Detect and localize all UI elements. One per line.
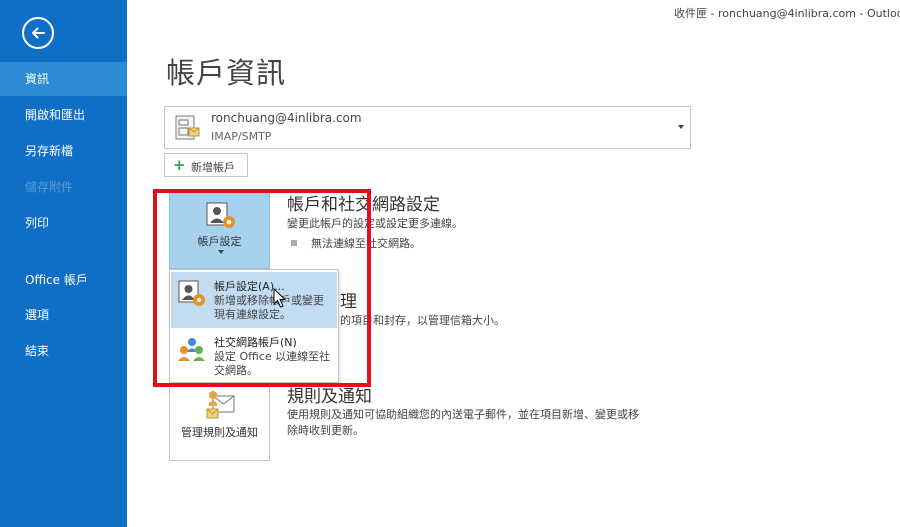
nav-item-office-account[interactable]: Office 帳戶 [0,263,127,297]
account-email: ronchuang@4inlibra.com [211,111,362,125]
nav-item-save-as[interactable]: 另存新檔 [0,134,127,168]
rules-description: 使用規則及通知可協助組織您的內送電子郵件，並在項目新增、變更或移 除時收到更新。 [287,407,639,439]
manage-rules-button[interactable]: 管理規則及通知 [169,383,270,461]
mouse-pointer-icon [273,288,287,308]
nav-item-options[interactable]: 選項 [0,298,127,332]
window-title: 收件匣 - ronchuang@4inlibra.com - Outlook [674,7,900,20]
nav-item-print[interactable]: 列印 [0,206,127,240]
chevron-down-icon [678,125,684,129]
account-type: IMAP/SMTP [211,130,272,143]
nav-item-save-attachments: 儲存附件 [25,180,74,194]
rules-description-line1: 使用規則及通知可協助組織您的內送電子郵件，並在項目新增、變更或移 [287,408,639,421]
rules-description-line2: 除時收到更新。 [287,424,364,437]
add-account-label: 新增帳戶 [191,161,235,174]
plus-icon: + [173,156,186,174]
page-title: 帳戶資訊 [166,56,287,90]
account-selector[interactable]: ronchuang@4inlibra.com IMAP/SMTP [164,106,691,149]
back-arrow-icon [32,27,45,39]
nav-item-exit[interactable]: 結束 [0,334,127,368]
add-account-button[interactable]: + 新增帳戶 [164,153,248,177]
rules-alerts-icon [206,391,235,419]
nav-item-info[interactable]: 資訊 [0,62,127,96]
highlight-box [153,189,371,387]
manage-rules-label: 管理規則及通知 [181,426,258,439]
backstage-sidebar: 資訊 開啟和匯出 另存新檔 儲存附件 列印 Office 帳戶 選項 結束 [0,0,127,527]
account-card-icon [175,115,200,140]
nav-item-open-export[interactable]: 開啟和匯出 [0,98,127,132]
back-button[interactable] [22,17,54,49]
